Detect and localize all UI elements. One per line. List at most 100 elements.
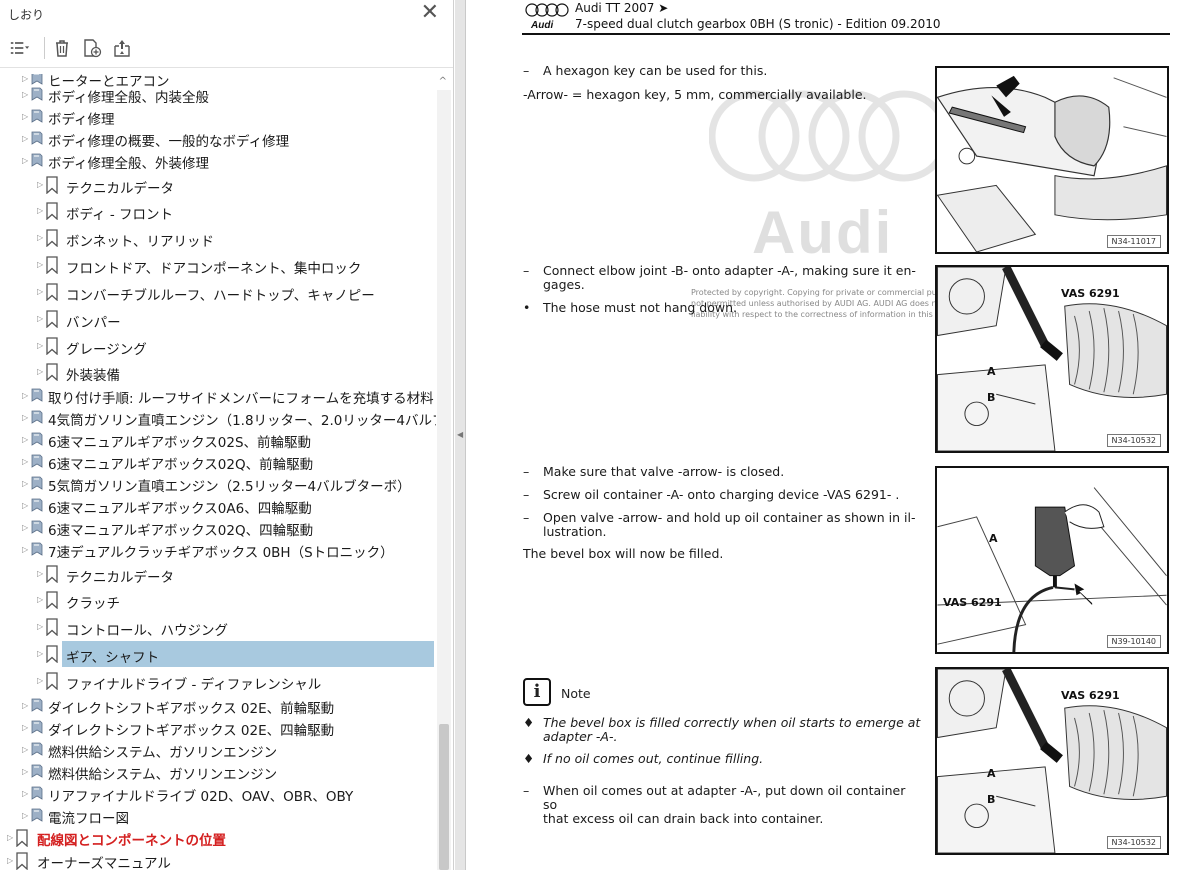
scroll-up-arrow[interactable]: ^ <box>439 76 447 87</box>
bookmark-icon <box>45 283 59 305</box>
bookmark-item[interactable]: ▷ テクニカルデータ <box>0 172 436 198</box>
bookmark-item[interactable]: ▷ 6速マニュアルギアボックス02Q、四輪駆動 <box>0 517 436 539</box>
bookmark-item[interactable]: ▷ グレージング <box>0 333 436 359</box>
bookmark-item[interactable]: ▷ テクニカルデータ <box>0 561 436 587</box>
bookmark-item[interactable]: ▷ 6速マニュアルギアボックス0A6、四輪駆動 <box>0 495 436 517</box>
expand-arrow-icon[interactable]: ▷ <box>22 457 28 466</box>
figure-label: A <box>987 365 996 378</box>
bookmark-item[interactable]: ▷ 取り付け手順: ルーフサイドメンバーにフォームを充填する材料 <box>0 385 436 407</box>
bookmark-item[interactable]: ▷ ボディ修理の概要、一般的なボディ修理 <box>0 128 436 150</box>
expand-arrow-icon[interactable]: ▷ <box>37 233 43 242</box>
bookmark-item[interactable]: ▷ ダイレクトシフトギアボックス 02E、前輪駆動 <box>0 695 436 717</box>
bookmark-item[interactable]: ▷ クラッチ <box>0 587 436 613</box>
expand-arrow-icon[interactable]: ▷ <box>37 622 43 631</box>
figure-code: N34-10532 <box>1106 836 1161 849</box>
bookmark-item[interactable]: ▷ 燃料供給システム、ガソリンエンジン <box>0 761 436 783</box>
step-text: The hose must not hang down. <box>543 300 738 315</box>
bookmark-item[interactable]: ▷ ダイレクトシフトギアボックス 02E、四輪駆動 <box>0 717 436 739</box>
bookmark-item[interactable]: ▷ ボンネット、リアリッド <box>0 225 436 251</box>
expand-arrow-icon[interactable]: ▷ <box>22 723 28 732</box>
bookmark-label: 燃料供給システム、ガソリンエンジン <box>48 767 278 783</box>
expand-arrow-icon[interactable]: ▷ <box>22 156 28 165</box>
scrollbar-thumb[interactable] <box>439 724 449 870</box>
expand-arrow-icon[interactable]: ▷ <box>37 367 43 376</box>
panel-splitter[interactable]: ◀ <box>455 0 466 870</box>
expand-arrow-icon[interactable]: ▷ <box>7 856 13 865</box>
step-marker: – <box>523 63 530 78</box>
bookmark-item[interactable]: ▷ 配線図とコンポーネントの位置 <box>0 827 436 849</box>
bookmark-item[interactable]: ▷ コントロール、ハウジング <box>0 614 436 640</box>
bookmark-item[interactable]: ▷ ファイナルドライブ - ディファレンシャル <box>0 668 436 694</box>
close-icon[interactable]: ✕ <box>421 1 439 25</box>
step-text: Screw oil container -A- onto charging de… <box>543 487 900 502</box>
figure-hexagon-key: N34-11017 <box>935 66 1169 254</box>
expand-arrow-icon[interactable]: ▷ <box>22 545 28 554</box>
list-options-icon[interactable] <box>10 38 30 58</box>
expand-arrow-icon[interactable]: ▷ <box>37 180 43 189</box>
expand-arrow-icon[interactable]: ▷ <box>22 767 28 776</box>
bookmark-item[interactable]: ▷ リアファイナルドライブ 02D、OAV、OBR、OBY <box>0 783 436 805</box>
expand-arrow-icon[interactable]: ▷ <box>22 90 28 99</box>
bookmark-item[interactable]: ▷ 電流フロー図 <box>0 805 436 827</box>
bookmark-item[interactable]: ▷ フロントドア、ドアコンポーネント、集中ロック <box>0 252 436 278</box>
bookmark-item[interactable]: ▷ ギア、シャフト <box>0 641 436 667</box>
expand-arrow-icon[interactable]: ▷ <box>37 569 43 578</box>
bookmark-icon <box>45 672 59 694</box>
step-marker: – <box>523 510 530 525</box>
expand-arrow-icon[interactable]: ▷ <box>22 789 28 798</box>
expand-arrow-icon[interactable]: ▷ <box>7 833 13 842</box>
bookmark-icon <box>45 229 59 251</box>
bookmark-item[interactable]: ▷ ボディ修理 <box>0 106 436 128</box>
bookmark-icon <box>45 337 59 359</box>
bookmark-book-icon <box>30 87 44 105</box>
expand-arrow-icon[interactable]: ▷ <box>22 479 28 488</box>
trash-icon[interactable] <box>52 38 72 58</box>
step-marker: – <box>523 487 530 502</box>
expand-arrow-icon[interactable]: ▷ <box>37 649 43 658</box>
scrollbar[interactable] <box>437 90 451 870</box>
bookmark-item[interactable]: ▷ 4気筒ガソリン直噴エンジン（1.8リッター、2.0リッター4バルブターボ） <box>0 407 436 429</box>
bookmark-label: ボンネット、リアリッド <box>66 234 214 250</box>
expand-arrow-icon[interactable]: ▷ <box>22 745 28 754</box>
bookmark-icon <box>45 645 59 667</box>
expand-arrow-icon[interactable]: ▷ <box>22 501 28 510</box>
expand-arrow-icon[interactable]: ▷ <box>37 206 43 215</box>
expand-arrow-icon[interactable]: ▷ <box>37 595 43 604</box>
expand-arrow-icon[interactable]: ▷ <box>22 435 28 444</box>
bookmark-item[interactable]: ▷ オーナーズマニュアル <box>0 850 436 870</box>
bookmark-book-icon <box>30 432 44 450</box>
expand-arrow-icon[interactable]: ▷ <box>22 523 28 532</box>
expand-arrow-icon[interactable]: ▷ <box>37 676 43 685</box>
bookmark-item[interactable]: ▷ 燃料供給システム、ガソリンエンジン <box>0 739 436 761</box>
expand-arrow-icon[interactable]: ▷ <box>22 413 28 422</box>
bookmark-item[interactable]: ▷ 6速マニュアルギアボックス02Q、前輪駆動 <box>0 451 436 473</box>
bookmark-label: リアファイナルドライブ 02D、OAV、OBR、OBY <box>48 789 354 805</box>
expand-arrow-icon[interactable]: ▷ <box>22 701 28 710</box>
bookmark-item[interactable]: ▷ ボディ修理全般、内装全般 <box>0 84 436 106</box>
expand-arrow-icon[interactable]: ▷ <box>37 341 43 350</box>
expand-arrow-icon[interactable]: ▷ <box>37 287 43 296</box>
bookmark-item[interactable]: ▷ 6速マニュアルギアボックス02S、前輪駆動 <box>0 429 436 451</box>
add-bookmark-icon[interactable] <box>82 38 102 58</box>
expand-arrow-icon[interactable]: ▷ <box>37 314 43 323</box>
bookmark-book-icon <box>30 786 44 804</box>
step-marker: – <box>523 783 530 798</box>
bookmark-item[interactable]: ▷ 5気筒ガソリン直噴エンジン（2.5リッター4バルブターボ） <box>0 473 436 495</box>
expand-arrow-icon[interactable]: ▷ <box>22 74 28 83</box>
bookmark-item[interactable]: ▷ 外装装備 <box>0 359 436 385</box>
expand-arrow-icon[interactable]: ▷ <box>22 112 28 121</box>
bookmark-item[interactable]: ▷ ボディ - フロント <box>0 198 436 224</box>
bookmark-item[interactable]: ▷ バンパー <box>0 306 436 332</box>
expand-bookmark-icon[interactable] <box>112 38 132 58</box>
expand-arrow-icon[interactable]: ▷ <box>22 134 28 143</box>
step-marker: • <box>523 300 531 315</box>
expand-arrow-icon[interactable]: ▷ <box>22 391 28 400</box>
collapse-arrow-icon[interactable]: ◀ <box>457 430 463 439</box>
figure-label: VAS 6291 <box>1061 689 1120 702</box>
bookmark-book-icon <box>30 153 44 171</box>
expand-arrow-icon[interactable]: ▷ <box>22 811 28 820</box>
expand-arrow-icon[interactable]: ▷ <box>37 260 43 269</box>
bookmark-item[interactable]: ▷ 7速デュアルクラッチギアボックス 0BH（Sトロニック） <box>0 539 436 561</box>
bookmark-item[interactable]: ▷ コンバーチブルルーフ、ハードトップ、キャノピー <box>0 279 436 305</box>
bookmark-item[interactable]: ▷ ボディ修理全般、外装修理 <box>0 150 436 172</box>
